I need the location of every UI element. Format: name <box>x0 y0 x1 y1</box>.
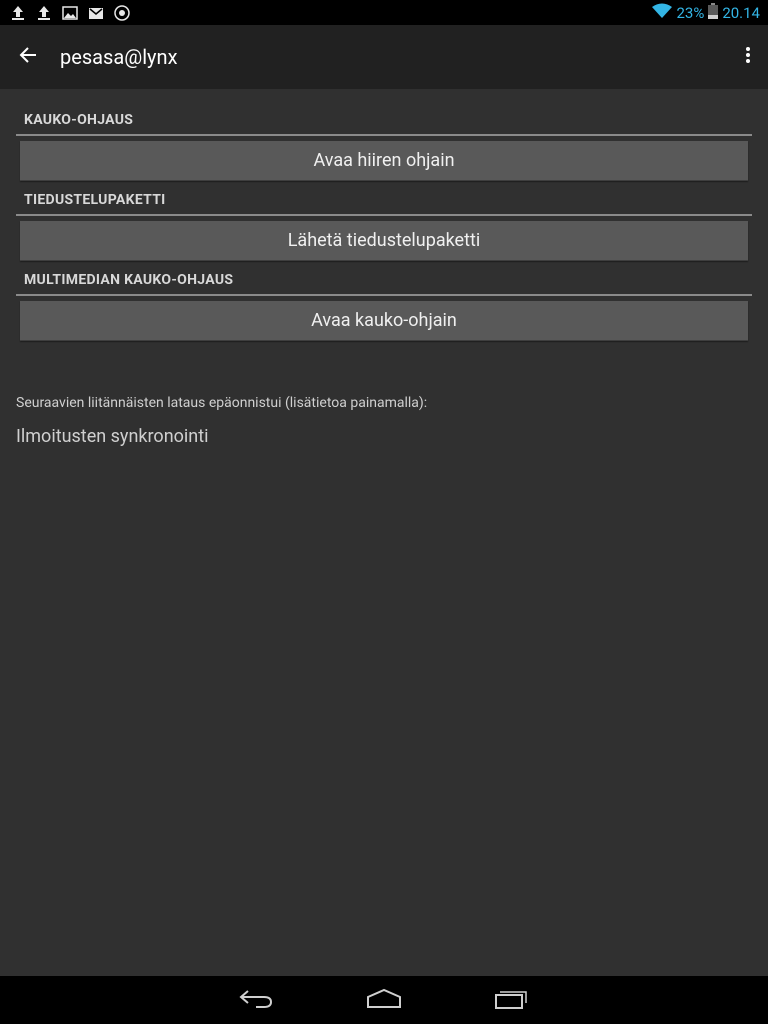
failed-plugins-note: Seuraavien liitännäisten lataus epäonnis… <box>16 395 428 411</box>
status-bar: 23% 20.14 <box>0 0 768 25</box>
battery-icon <box>708 2 719 23</box>
section-header-mpris: MULTIMEDIAN KAUKO-OHJAUS <box>16 270 752 296</box>
navigation-bar <box>0 976 768 1024</box>
section-header-ping: TIEDUSTELUPAKETTI <box>16 190 752 216</box>
nav-home-icon <box>366 987 402 1013</box>
section-header-label: KAUKO-OHJAUS <box>24 112 134 128</box>
failed-plugin-item[interactable]: Ilmoitusten synkronointi <box>16 426 209 447</box>
nav-back-icon <box>238 987 274 1013</box>
section-header-label: MULTIMEDIAN KAUKO-OHJAUS <box>24 272 234 288</box>
nav-back-button[interactable] <box>232 976 280 1024</box>
upload-icon <box>34 3 54 23</box>
section-header-remote-control: KAUKO-OHJAUS <box>16 110 752 136</box>
clock: 20.14 <box>722 3 760 22</box>
gmail-icon <box>86 3 106 23</box>
screen: 23% 20.14 pesasa@lynx KAUKO-OHJAUS Avaa … <box>0 0 768 1024</box>
section-header-label: TIEDUSTELUPAKETTI <box>24 192 166 208</box>
system-status: 23% 20.14 <box>652 2 768 23</box>
wifi-icon <box>652 3 673 23</box>
open-mouse-control-button[interactable]: Avaa hiiren ohjain <box>20 141 748 181</box>
send-ping-button[interactable]: Lähetä tiedustelupaketti <box>20 221 748 261</box>
nav-recents-icon <box>494 987 530 1013</box>
nav-recents-button[interactable] <box>488 976 536 1024</box>
back-button[interactable] <box>0 25 56 89</box>
battery-percent: 23% <box>676 3 705 22</box>
media-icon <box>112 3 132 23</box>
image-icon <box>60 3 80 23</box>
back-arrow-icon <box>19 47 37 67</box>
notification-icons <box>0 3 132 23</box>
action-bar: pesasa@lynx <box>0 25 768 89</box>
overflow-menu-icon <box>745 46 751 68</box>
upload-icon <box>8 3 28 23</box>
overflow-menu-button[interactable] <box>736 33 760 81</box>
nav-home-button[interactable] <box>360 976 408 1024</box>
page-title: pesasa@lynx <box>60 45 178 69</box>
open-media-remote-button[interactable]: Avaa kauko-ohjain <box>20 301 748 341</box>
